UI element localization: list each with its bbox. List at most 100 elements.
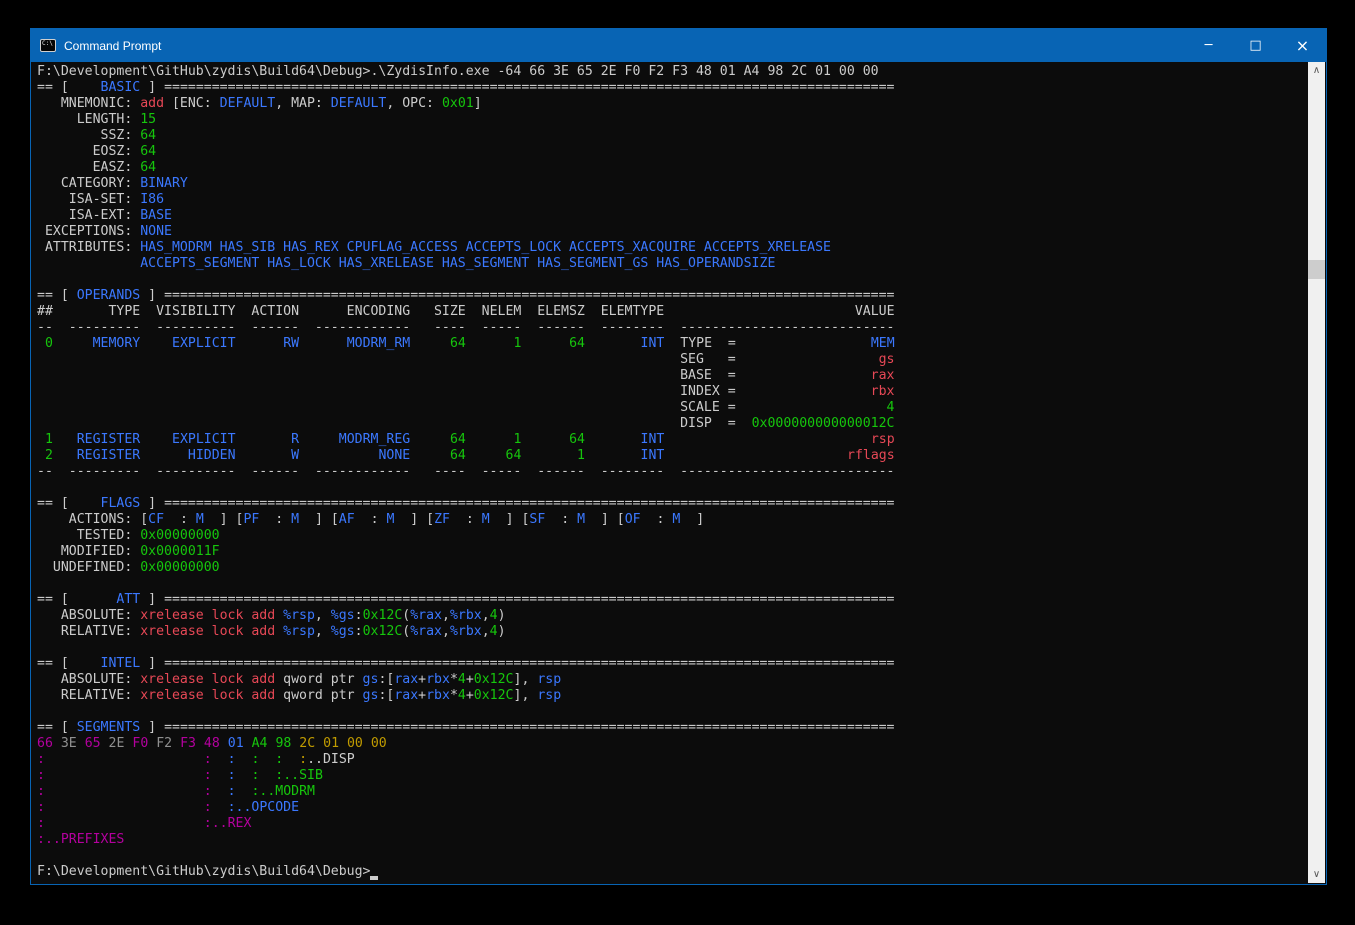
console-text: TYPE = [680,336,736,351]
scroll-up-icon[interactable]: ∧ [1308,62,1325,79]
console-line: ACCEPTS_SEGMENT HAS_LOCK HAS_XRELEASE HA… [37,256,1308,272]
console-text: M [196,512,204,527]
console-text: rax [394,688,418,703]
console-text: , [315,624,331,639]
console-text: 64 [140,128,156,143]
console-text: 15 [140,112,156,127]
console-text [315,736,323,751]
console-text [736,368,871,383]
console-text: INTEL [101,656,141,671]
console-line: : : : : :..SIB [37,768,1308,784]
console-text: %rsp [283,608,315,623]
console-text [521,448,537,463]
minimize-button[interactable]: ─ [1185,29,1232,62]
console-text: , [442,624,450,639]
console-text [53,336,69,351]
scrollbar-thumb[interactable] [1308,260,1325,279]
console-text: : [37,800,45,815]
console-text [212,752,228,767]
console-text [37,352,680,367]
console-line: MNEMONIC: add [ENC: DEFAULT, MAP: DEFAUL… [37,96,1308,112]
console-line: : : : : : :..DISP [37,752,1308,768]
console-text [680,448,847,463]
console-text [410,448,434,463]
console-text: %gs [331,608,355,623]
console-line: ATTRIBUTES: HAS_MODRM HAS_SIB HAS_REX CP… [37,240,1308,256]
console-text: rbx [871,384,895,399]
console-text: BINARY [140,176,188,191]
console-text: DEFAULT [331,96,387,111]
console-text: REGISTER [69,448,140,463]
console-text: ISA-SET: [37,192,140,207]
console-text: ] [ [394,512,434,527]
console-text: 4 [887,400,895,415]
titlebar[interactable]: C:\ Command Prompt ─ □ × [31,29,1326,62]
console-text [236,448,252,463]
console-line: SSZ: 64 [37,128,1308,144]
console-text: rsp [871,432,895,447]
console-text: DISP = [680,416,736,431]
console-text: 2C [299,736,315,751]
console-line: ACTIONS: [CF : M ] [PF : M ] [AF : M ] [… [37,512,1308,528]
console-text: ] [140,496,164,511]
console-text: : [228,784,236,799]
console-text: ] [140,592,164,607]
close-button[interactable]: × [1279,29,1326,62]
console-text [363,736,371,751]
scroll-down-icon[interactable]: ∨ [1308,866,1325,883]
console-text [236,336,252,351]
console-text: ] [ [585,512,625,527]
console-text: LENGTH: [37,112,140,127]
console-text [664,448,680,463]
scrollbar[interactable]: ∧ ∨ [1308,62,1325,883]
console-text: : [228,752,236,767]
console-text: REGISTER [69,432,140,447]
console-text: [ [140,512,148,527]
console-text: :..MODRM [251,784,315,799]
console-line: LENGTH: 15 [37,112,1308,128]
console-text: == [ [37,720,77,735]
maximize-button[interactable]: □ [1232,29,1279,62]
cmd-icon: C:\ [40,39,56,52]
console-text: %rbx [450,608,482,623]
console-text: 4 [458,672,466,687]
console-text: NONE [315,448,410,463]
console-text: 2E [109,736,125,751]
console-text: ZF [434,512,450,527]
console-text: 98 [275,736,291,751]
console-text: : [164,512,196,527]
console-line: == [ ATT ] =============================… [37,592,1308,608]
console-text [45,784,204,799]
console-text: ] [140,288,164,303]
console-line: : :..REX [37,816,1308,832]
console-text: 0x12C [474,688,514,703]
console-text: : [641,512,673,527]
console-text: :[ [378,688,394,703]
console-text: rax [394,672,418,687]
console-text: 64 [434,336,466,351]
console-text: M [291,512,299,527]
console-text: 4 [458,688,466,703]
console-text [140,448,156,463]
console-text: ] [ [299,512,339,527]
console-text: 2 [37,448,53,463]
console-text: SCALE = [680,400,736,415]
console-line: ABSOLUTE: xrelease lock add qword ptr gs… [37,672,1308,688]
console-text: RELATIVE: [37,688,140,703]
console-output[interactable]: F:\Development\GitHub\zydis\Build64\Debu… [32,62,1308,883]
console-text [244,736,252,751]
console-line: DISP = 0x000000000000012C [37,416,1308,432]
console-text: F:\Development\GitHub\zydis\Build64\Debu… [37,64,879,79]
console-text: : [37,816,45,831]
console-text: : [259,512,291,527]
console-text: PF [243,512,259,527]
console-text: BASIC [101,80,141,95]
console-text [140,336,156,351]
console-text: 0x000000000000012C [752,416,895,431]
console-text: 0 [37,336,53,351]
console-text: gs [363,688,379,703]
console-text: VALUE [855,304,895,319]
console-text: 48 [204,736,220,751]
console-line: ISA-SET: I86 [37,192,1308,208]
console-text [45,752,204,767]
